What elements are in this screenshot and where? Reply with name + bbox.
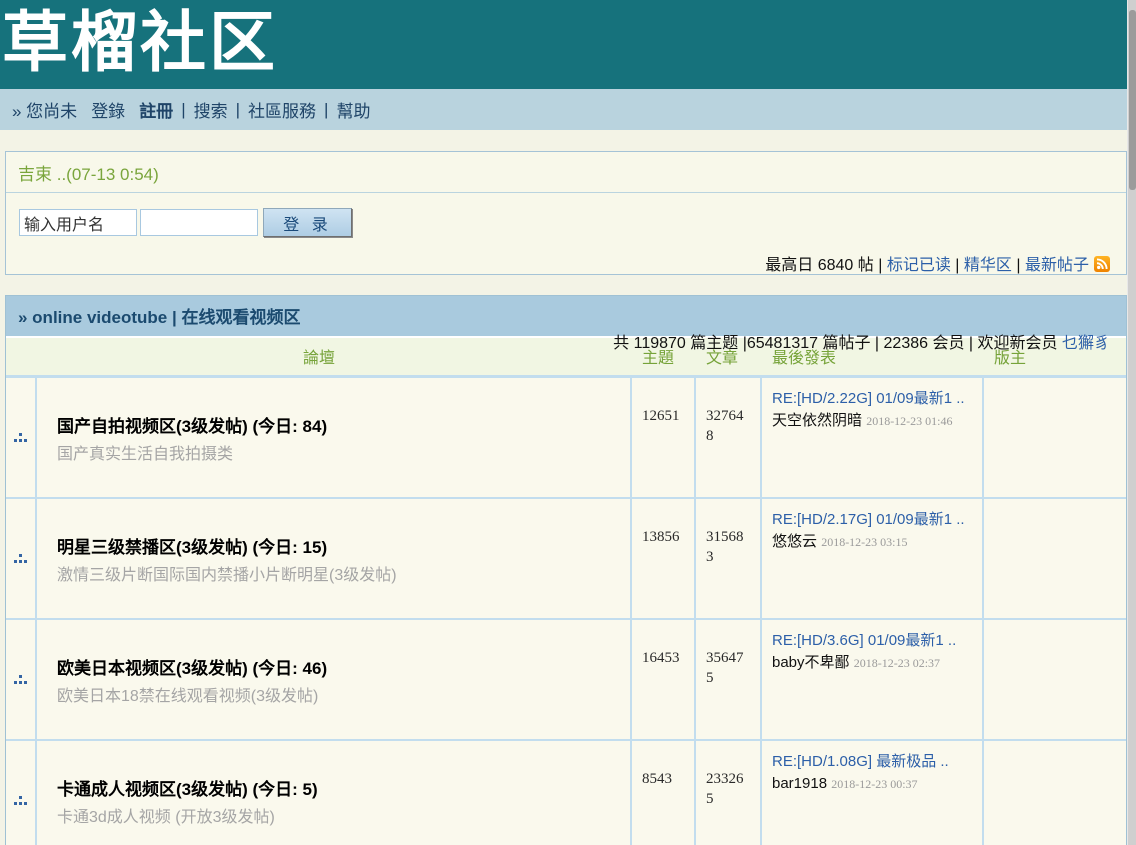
digest-area-link[interactable]: 精华区 (964, 257, 1012, 274)
stats-line-1: 最高日 6840 帖 | 标记已读 | 精华区 | 最新帖子 (613, 253, 1110, 279)
forum-dots-icon (14, 554, 27, 563)
rss-icon[interactable] (1094, 256, 1110, 272)
topics-count: 16453 (632, 620, 696, 739)
forum-title-link[interactable]: 明星三级禁播区(3级发帖) (今日: 15) (57, 533, 620, 558)
forum-description: 欧美日本18禁在线观看视频(3级发帖) (57, 682, 620, 706)
login-status-text: » 您尚未 (12, 97, 77, 122)
last-post-time: 2018-12-23 02:37 (854, 656, 940, 670)
welcome-box: 吉束 ..(07-13 0:54) 登 录 最高日 6840 帖 | 标记已读 … (5, 151, 1127, 275)
nav-register-link[interactable]: 註冊 (139, 97, 173, 122)
vertical-scrollbar[interactable] (1127, 0, 1136, 845)
moderator-cell (984, 741, 1126, 845)
forum-dots-icon (14, 433, 27, 442)
forum-info-cell: 卡通成人视频区(3级发帖) (今日: 5) 卡通3d成人视频 (开放3级发帖) (37, 741, 632, 845)
forum-row: 卡通成人视频区(3级发帖) (今日: 5) 卡通3d成人视频 (开放3级发帖) … (6, 739, 1126, 845)
stats-max-posts: 最高日 6840 帖 (765, 257, 874, 274)
forum-status-icon (6, 499, 37, 618)
last-post-user[interactable]: 天空依然阴暗 (772, 412, 862, 429)
topics-count: 8543 (632, 741, 696, 845)
posts-count: 315683 (696, 499, 762, 618)
last-post-link[interactable]: RE:[HD/2.17G] 01/09最新1 .. (772, 511, 965, 528)
nav-separator: | (324, 100, 328, 120)
nav-help-link[interactable]: 幫助 (336, 97, 370, 122)
latest-posts-link[interactable]: 最新帖子 (1025, 257, 1089, 274)
stats-separator: | (878, 257, 882, 274)
login-controls: 登 录 (19, 208, 352, 237)
forum-description: 激情三级片断国际国内禁播小片断明星(3级发帖) (57, 561, 620, 585)
page: 草榴社区 » 您尚未 登錄 註冊 | 搜索 | 社區服務 | 幫助 吉束 ..(… (0, 0, 1127, 845)
moderator-cell (984, 499, 1126, 618)
forum-row: 明星三级禁播区(3级发帖) (今日: 15) 激情三级片断国际国内禁播小片断明星… (6, 497, 1126, 618)
last-post-cell: RE:[HD/2.17G] 01/09最新1 .. 悠悠云 2018-12-23… (762, 499, 984, 618)
login-button[interactable]: 登 录 (263, 208, 352, 237)
stats-separator: | (955, 257, 959, 274)
scrollbar-thumb[interactable] (1129, 10, 1136, 190)
stats-totals: 共 119870 篇主题 |65481317 篇帖子 | 22386 会员 | … (613, 335, 1057, 352)
forum-description: 卡通3d成人视频 (开放3级发帖) (57, 803, 620, 827)
forum-info-cell: 国产自拍视频区(3级发帖) (今日: 84) 国产真实生活自我拍摄类 (37, 378, 632, 497)
column-header-forum: 論壇 (6, 338, 632, 375)
moderator-cell (984, 620, 1126, 739)
greeting-text: 吉束 ..(07-13 0:54) (6, 152, 1126, 193)
topics-count: 13856 (632, 499, 696, 618)
forum-info-cell: 明星三级禁播区(3级发帖) (今日: 15) 激情三级片断国际国内禁播小片断明星… (37, 499, 632, 618)
forum-title-link[interactable]: 卡通成人视频区(3级发帖) (今日: 5) (57, 775, 620, 800)
forum-info-cell: 欧美日本视频区(3级发帖) (今日: 46) 欧美日本18禁在线观看视频(3级发… (37, 620, 632, 739)
last-post-time: 2018-12-23 01:46 (866, 414, 952, 428)
forum-status-icon (6, 741, 37, 845)
last-post-link[interactable]: RE:[HD/1.08G] 最新极品 .. (772, 753, 949, 770)
forum-dots-icon (14, 675, 27, 684)
last-post-user[interactable]: baby不卑鄙 (772, 654, 850, 671)
top-navbar: » 您尚未 登錄 註冊 | 搜索 | 社區服務 | 幫助 (0, 89, 1127, 130)
site-banner: 草榴社区 (0, 0, 1127, 89)
last-post-user[interactable]: bar1918 (772, 775, 827, 792)
forum-status-icon (6, 620, 37, 739)
nav-search-link[interactable]: 搜索 (194, 97, 228, 122)
new-member-link[interactable]: 乜獬豸 (1062, 335, 1110, 352)
login-row: 登 录 最高日 6840 帖 | 标记已读 | 精华区 | 最新帖子 共 119… (6, 193, 1126, 274)
mark-read-link[interactable]: 标记已读 (887, 257, 951, 274)
forum-dots-icon (14, 796, 27, 805)
forum-stats: 最高日 6840 帖 | 标记已读 | 精华区 | 最新帖子 共 119870 … (613, 201, 1110, 409)
last-post-cell: RE:[HD/3.6G] 01/09最新1 .. baby不卑鄙 2018-12… (762, 620, 984, 739)
site-logo: 草榴社区 (0, 0, 1127, 84)
nav-separator: | (181, 100, 185, 120)
forum-title-link[interactable]: 国产自拍视频区(3级发帖) (今日: 84) (57, 412, 620, 437)
forum-description: 国产真实生活自我拍摄类 (57, 440, 620, 464)
forum-row: 欧美日本视频区(3级发帖) (今日: 46) 欧美日本18禁在线观看视频(3级发… (6, 618, 1126, 739)
posts-count: 356475 (696, 620, 762, 739)
forum-status-icon (6, 378, 37, 497)
last-post-cell: RE:[HD/1.08G] 最新极品 .. bar1918 2018-12-23… (762, 741, 984, 845)
last-post-time: 2018-12-23 00:37 (831, 777, 917, 791)
password-input[interactable] (140, 209, 258, 236)
forum-title-link[interactable]: 欧美日本视频区(3级发帖) (今日: 46) (57, 654, 620, 679)
stats-separator: | (1016, 257, 1020, 274)
last-post-time: 2018-12-23 03:15 (821, 535, 907, 549)
nav-separator: | (236, 100, 240, 120)
username-input[interactable] (19, 209, 137, 236)
posts-count: 233265 (696, 741, 762, 845)
nav-login-link[interactable]: 登錄 (91, 97, 125, 122)
nav-services-link[interactable]: 社區服務 (248, 97, 316, 122)
last-post-link[interactable]: RE:[HD/3.6G] 01/09最新1 .. (772, 632, 956, 649)
last-post-user[interactable]: 悠悠云 (772, 533, 817, 550)
stats-line-2: 共 119870 篇主题 |65481317 篇帖子 | 22386 会员 | … (613, 331, 1110, 357)
